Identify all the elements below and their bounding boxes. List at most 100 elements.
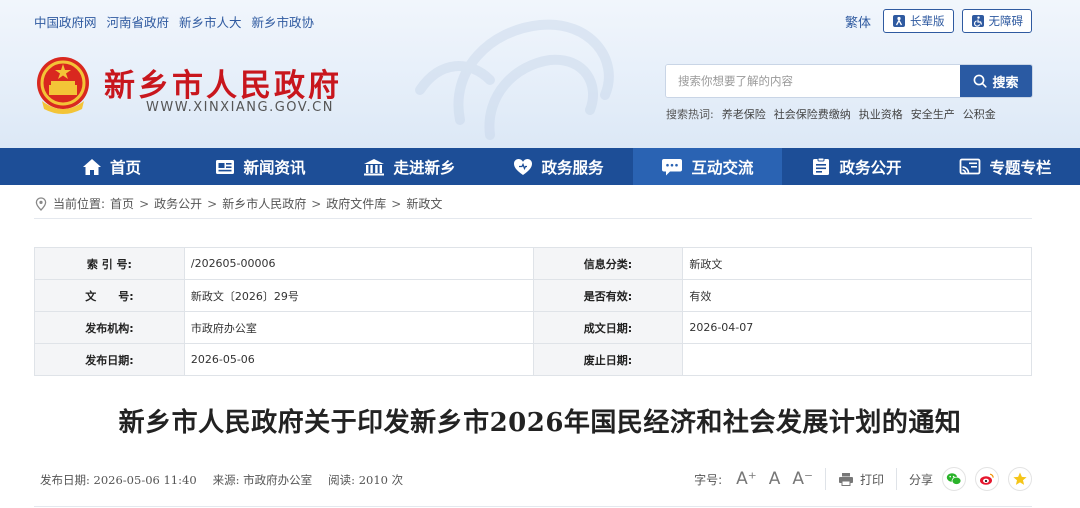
nav-label: 新闻资讯 bbox=[243, 158, 306, 177]
nav-item-interaction[interactable]: 互动交流 bbox=[633, 148, 782, 185]
accessibility-label: 无障碍 bbox=[988, 14, 1024, 28]
tool-divider bbox=[824, 468, 826, 490]
meta-key: 废止日期: bbox=[532, 343, 684, 376]
breadcrumb-item[interactable]: 新政文 bbox=[406, 195, 442, 212]
search-input[interactable] bbox=[666, 65, 960, 97]
printer-icon bbox=[838, 473, 853, 486]
hot-word[interactable]: 公积金 bbox=[963, 106, 996, 122]
site-name[interactable]: 新乡市人民政府 bbox=[104, 60, 342, 105]
hot-words-label: 搜索热词: bbox=[666, 108, 714, 121]
font-larger-button[interactable]: A⁺ bbox=[736, 469, 757, 489]
meta-value bbox=[682, 343, 1032, 376]
meta-key: 索 引 号: bbox=[34, 247, 185, 280]
city-flower-watermark bbox=[415, 19, 614, 140]
search-button-label: 搜索 bbox=[992, 75, 1019, 91]
breadcrumb-prefix: 当前位置: bbox=[53, 197, 106, 211]
meta-value: 新政文 bbox=[682, 247, 1032, 280]
share-weibo-button[interactable] bbox=[975, 467, 999, 491]
top-link-gov-cn[interactable]: 中国政府网 bbox=[34, 12, 97, 31]
document-icon bbox=[813, 157, 830, 175]
nav-label: 互动交流 bbox=[691, 158, 754, 177]
news-icon bbox=[216, 159, 235, 174]
nav-item-special-topics[interactable]: 专题专栏 bbox=[931, 148, 1080, 185]
wheelchair-icon bbox=[971, 15, 984, 27]
top-links: 中国政府网 河南省政府 新乡市人大 新乡市政协 bbox=[34, 12, 314, 31]
breadcrumb-item[interactable]: 政府文件库 bbox=[326, 195, 386, 212]
breadcrumb-item[interactable]: 首页 bbox=[110, 195, 134, 212]
meta-key: 成文日期: bbox=[532, 311, 684, 344]
location-pin-icon bbox=[35, 196, 47, 211]
nav-label: 专题专栏 bbox=[989, 158, 1052, 177]
nav-label: 政务服务 bbox=[541, 158, 604, 177]
top-right-tools: 繁体 长辈版 无障碍 bbox=[845, 9, 1032, 33]
share-label: 分享 bbox=[908, 472, 933, 487]
breadcrumb-separator: > bbox=[139, 196, 150, 211]
top-link-cppcc[interactable]: 新乡市政协 bbox=[252, 12, 315, 31]
share-qzone-button[interactable] bbox=[1008, 467, 1032, 491]
breadcrumb-separator: > bbox=[391, 196, 402, 211]
publish-label: 发布日期: bbox=[40, 473, 90, 487]
search-box: 搜索 bbox=[665, 64, 1033, 98]
share-group: 分享 bbox=[909, 467, 1032, 491]
hot-word[interactable]: 社会保险费缴纳 bbox=[774, 106, 851, 122]
hot-word[interactable]: 养老保险 bbox=[722, 106, 766, 122]
meta-key: 是否有效: bbox=[532, 279, 684, 312]
nav-item-services[interactable]: 政务服务 bbox=[484, 148, 633, 185]
breadcrumb-item[interactable]: 政务公开 bbox=[154, 195, 202, 212]
reads-label: 阅读: bbox=[328, 473, 356, 487]
source-label: 来源: bbox=[212, 473, 240, 487]
table-row: 文 号: 新政文〔2026〕29号 是否有效: 有效 bbox=[34, 279, 1032, 312]
nav-label: 政务公开 bbox=[839, 158, 902, 177]
nav-item-home[interactable]: 首页 bbox=[37, 148, 186, 185]
article-title: 新乡市人民政府关于印发新乡市2026年国民经济和社会发展计划的通知 bbox=[118, 408, 962, 438]
font-size-controls: 字号: A⁺ A A⁻ bbox=[694, 469, 813, 489]
meta-value: /202605-00006 bbox=[183, 247, 534, 280]
reads-info: 阅读: 2010 次 bbox=[328, 472, 403, 488]
print-button[interactable]: 打印 bbox=[838, 471, 884, 488]
breadcrumb: 当前位置: 首页 > 政务公开 > 新乡市人民政府 > 政府文件库 > 新政文 bbox=[34, 195, 442, 212]
heart-icon bbox=[514, 158, 533, 175]
traditional-chinese-link[interactable]: 繁体 bbox=[845, 12, 871, 31]
site-url: WWW.XINXIANG.GOV.CN bbox=[146, 100, 334, 115]
font-smaller-button[interactable]: A⁻ bbox=[792, 469, 813, 489]
article-info: 发布日期: 2026-05-06 11:40 来源: 市政府办公室 阅读: 20… bbox=[40, 472, 403, 488]
meta-key: 发布机构: bbox=[34, 311, 185, 344]
meta-key: 文 号: bbox=[34, 279, 185, 312]
font-size-label: 字号: bbox=[694, 472, 723, 487]
chat-icon bbox=[662, 158, 683, 175]
wechat-icon bbox=[946, 473, 962, 485]
elder-mode-label: 长辈版 bbox=[910, 14, 945, 28]
star-icon bbox=[1013, 472, 1027, 485]
article-divider bbox=[34, 506, 1032, 507]
source-info: 来源: 市政府办公室 bbox=[213, 472, 313, 488]
meta-value: 新政文〔2026〕29号 bbox=[183, 279, 534, 312]
main-nav: 首页 新闻资讯 走进新乡 政务服务 互动交流 政务公开 专题专栏 bbox=[0, 148, 1080, 185]
elder-mode-button[interactable]: 长辈版 bbox=[883, 9, 954, 33]
search-button[interactable]: 搜索 bbox=[960, 65, 1032, 97]
tool-divider bbox=[895, 468, 897, 490]
share-wechat-button[interactable] bbox=[942, 467, 966, 491]
breadcrumb-divider bbox=[34, 218, 1032, 219]
national-emblem-icon[interactable] bbox=[34, 55, 92, 117]
site-header: 中国政府网 河南省政府 新乡市人大 新乡市政协 繁体 长辈版 无障碍 新乡市人民… bbox=[0, 0, 1080, 148]
weibo-icon bbox=[980, 473, 994, 485]
nav-item-gov-affairs[interactable]: 政务公开 bbox=[782, 148, 931, 185]
nav-label: 走进新乡 bbox=[393, 158, 456, 177]
top-link-npc[interactable]: 新乡市人大 bbox=[179, 12, 242, 31]
table-row: 发布机构: 市政府办公室 成文日期: 2026-04-07 bbox=[34, 311, 1032, 344]
nav-item-about-xinxiang[interactable]: 走进新乡 bbox=[335, 148, 484, 185]
meta-key: 发布日期: bbox=[34, 343, 185, 376]
meta-value: 2026-04-07 bbox=[682, 311, 1032, 344]
publish-info: 发布日期: 2026-05-06 11:40 bbox=[40, 472, 197, 488]
hot-word[interactable]: 执业资格 bbox=[859, 106, 903, 122]
nav-item-news[interactable]: 新闻资讯 bbox=[186, 148, 335, 185]
font-normal-button[interactable]: A bbox=[769, 469, 781, 489]
hot-word[interactable]: 安全生产 bbox=[911, 106, 955, 122]
breadcrumb-separator: > bbox=[311, 196, 322, 211]
breadcrumb-item[interactable]: 新乡市人民政府 bbox=[222, 195, 306, 212]
building-icon bbox=[364, 158, 385, 175]
top-link-henan[interactable]: 河南省政府 bbox=[107, 12, 170, 31]
reads-value: 2010 次 bbox=[358, 473, 404, 487]
accessibility-button[interactable]: 无障碍 bbox=[961, 9, 1032, 33]
breadcrumb-separator: > bbox=[207, 196, 218, 211]
